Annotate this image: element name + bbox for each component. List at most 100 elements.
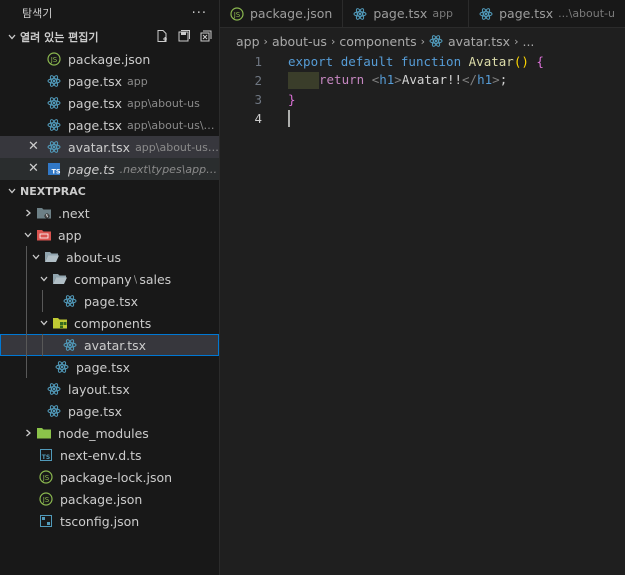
editor-area: JS package.json page.tsx app page.tsx ..… [220,0,625,575]
tab-package-json[interactable]: JS package.json [220,0,344,27]
code-token: () [513,54,529,69]
code-line[interactable]: 3 } [220,90,625,109]
file-name: layout.tsx [68,381,130,397]
folder-name: node_modules [58,425,149,441]
tree-folder[interactable]: node_modules [0,422,219,444]
code-token: } [288,92,296,107]
folder-name: company [74,271,132,287]
chevron-right-icon: › [263,34,268,48]
react-icon [62,293,78,309]
tree-file[interactable]: JS package.json [0,488,219,510]
tree-folder[interactable]: app [0,224,219,246]
tree-folder[interactable]: N .next [0,202,219,224]
new-file-icon[interactable] [155,29,169,43]
tree-file[interactable]: JS package-lock.json [0,466,219,488]
open-editor-item-active[interactable]: ✕ avatar.tsx app\about-us\c... [0,136,219,158]
tab-page-app[interactable]: page.tsx app [343,0,470,27]
tree-file[interactable]: TS next-env.d.ts [0,444,219,466]
code-token: h1 [477,72,493,87]
more-actions-icon[interactable]: ··· [192,6,207,21]
tree-folder[interactable]: components [0,312,219,334]
chevron-down-icon [4,186,20,196]
tree-file[interactable]: page.tsx [0,356,219,378]
folder-components-icon [52,315,68,331]
code-token: Avatar [468,54,514,69]
code-token: > [394,72,402,87]
open-editor-item[interactable]: page.tsx app [0,70,219,92]
tab-page-about[interactable]: page.tsx ...\about-u [469,0,625,27]
file-name: page.tsx [68,95,123,111]
open-editor-item[interactable]: JS package.json [0,48,219,70]
tree-file[interactable]: page.tsx [0,400,219,422]
tab-label: page.tsx [499,6,554,21]
ts-icon: TS [46,161,62,177]
file-name: package.json [68,51,151,67]
code-line[interactable]: 1 export default function Avatar() { [220,52,625,71]
code-token: > [492,72,500,87]
open-editors-header[interactable]: 열려 있는 편집기 [0,26,219,48]
indent-highlight [288,72,319,89]
tree-file[interactable]: tsconfig.json [0,510,219,532]
chevron-down-icon [20,230,36,240]
code-token: return [319,72,365,87]
open-editor-item[interactable]: page.tsx app\about-us [0,92,219,114]
file-path: app\about-us\co... [127,118,219,132]
react-icon [46,117,62,133]
open-editor-item[interactable]: page.tsx app\about-us\co... [0,114,219,136]
tab-label: package.json [250,6,333,21]
open-editor-item[interactable]: ✕ TS page.ts .next\types\app\ab... [0,158,219,180]
code-editor[interactable]: 1 export default function Avatar() { 2 r… [220,52,625,128]
tree-file[interactable]: layout.tsx [0,378,219,400]
tree-file[interactable]: page.tsx [0,290,219,312]
react-icon [479,7,493,21]
json-icon: JS [38,491,54,507]
react-icon [46,73,62,89]
tab-bar: JS package.json page.tsx app page.tsx ..… [220,0,625,28]
close-icon[interactable]: ✕ [28,161,39,176]
folder-name: about-us [66,249,122,265]
code-line[interactable]: 2 return <h1>Avatar!!</h1>; [220,71,625,90]
save-all-icon[interactable] [177,29,191,43]
chevron-right-icon: › [420,34,425,48]
file-path: app\about-us [127,96,200,110]
file-name: page.tsx [68,403,123,419]
breadcrumb-item[interactable]: ... [522,34,534,49]
chevron-right-icon [20,428,36,438]
breadcrumb-item[interactable]: app [236,34,260,49]
folder-name: .next [58,205,90,221]
code-line[interactable]: 4 [220,109,625,128]
file-name: avatar.tsx [68,139,131,155]
folder-node-icon [36,425,52,441]
close-icon[interactable]: ✕ [28,139,39,154]
react-icon [46,95,62,111]
path-separator: \ [133,272,138,286]
project-header[interactable]: NEXTPRAC [0,180,219,202]
svg-text:JS: JS [42,496,50,504]
breadcrumb-item[interactable]: about-us [272,34,327,49]
file-name: page.tsx [76,359,131,375]
tree-file-selected[interactable]: avatar.tsx [0,334,219,356]
breadcrumb-item[interactable]: avatar.tsx [448,34,510,49]
svg-text:JS: JS [50,56,58,64]
svg-text:TS: TS [42,454,50,461]
code-token: function [400,54,462,69]
open-editors-label: 열려 있는 편집기 [20,31,99,44]
react-icon [62,337,78,353]
line-number: 2 [254,73,262,88]
tab-desc: ...\about-u [558,7,615,20]
project-name: NEXTPRAC [20,184,86,198]
tsconfig-icon [38,513,54,529]
chevron-down-icon [28,252,44,262]
tree-folder[interactable]: about-us [0,246,219,268]
line-number: 3 [254,92,262,107]
svg-text:TS: TS [51,168,60,176]
tree-folder[interactable]: company \ sales [0,268,219,290]
react-icon [353,7,367,21]
folder-name: app [58,227,82,243]
explorer-header: 탐색기 ··· [0,0,219,26]
react-icon [54,359,70,375]
breadcrumb-item[interactable]: components [339,34,416,49]
svg-text:JS: JS [42,474,50,482]
file-name: page.ts [68,161,115,177]
close-all-icon[interactable] [199,29,213,43]
